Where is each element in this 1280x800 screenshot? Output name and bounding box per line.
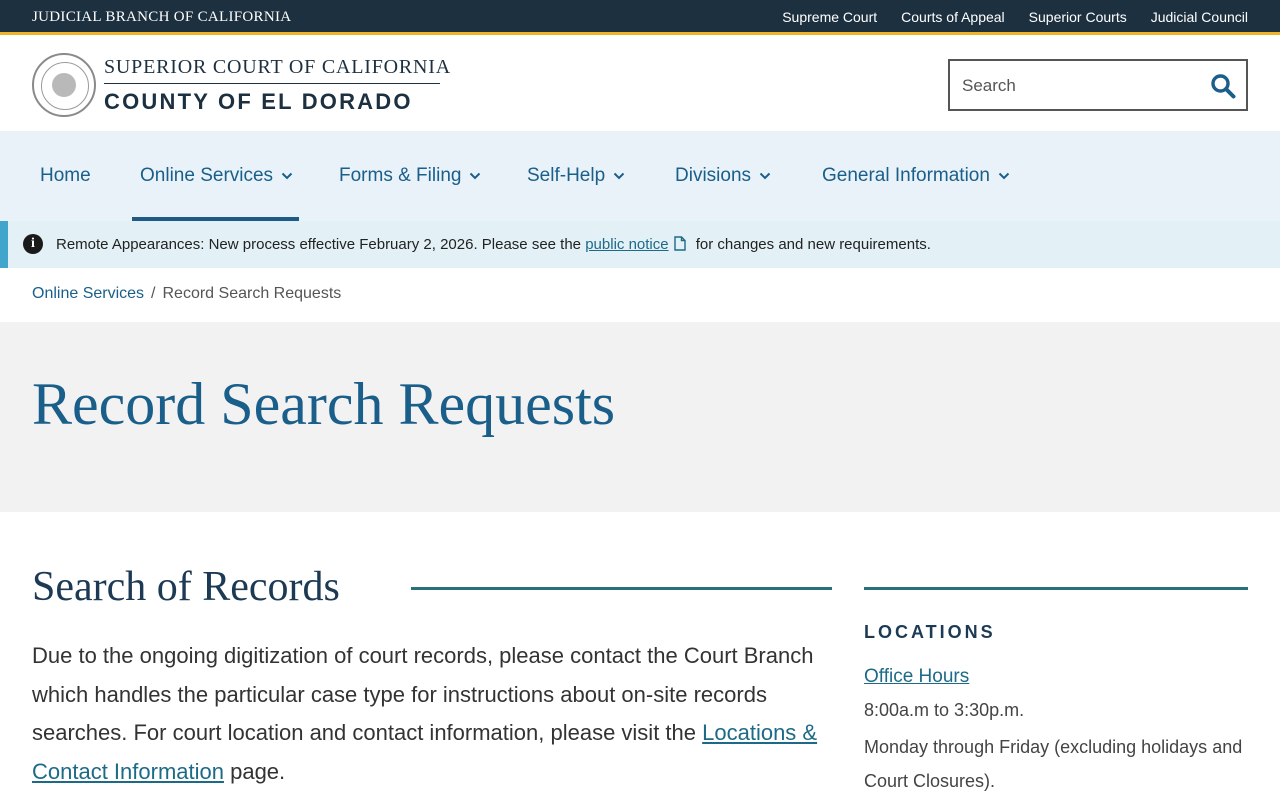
info-icon: i <box>23 234 43 254</box>
court-name-line1[interactable]: Superior Court of California <box>104 56 451 79</box>
nav-self-help[interactable]: Self-Help <box>527 131 625 221</box>
nav-forms-filing-label: Forms & Filing <box>339 165 462 186</box>
breadcrumb-online-services[interactable]: Online Services <box>32 285 144 302</box>
search-icon[interactable] <box>1210 73 1236 99</box>
main-nav: Home Online Services Forms & Filing Self… <box>0 131 1280 221</box>
breadcrumb: Online Services / Record Search Requests <box>32 285 341 303</box>
search-box <box>948 59 1248 111</box>
chevron-down-icon <box>613 172 625 180</box>
nav-forms-filing[interactable]: Forms & Filing <box>339 131 481 221</box>
alert-text-after: for changes and new requirements. <box>691 236 931 253</box>
section-heading: Search of Records <box>32 564 340 610</box>
alert-banner: i Remote Appearances: New process effect… <box>0 221 1280 268</box>
chevron-down-icon <box>470 172 481 180</box>
search-input[interactable] <box>962 73 1202 99</box>
records-paragraph-text: Due to the ongoing digitization of court… <box>32 643 814 745</box>
judicial-branch-title: Judicial Branch of California <box>32 9 292 25</box>
alert-message: Remote Appearances: New process effectiv… <box>56 236 931 253</box>
records-paragraph: Due to the ongoing digitization of court… <box>32 637 832 791</box>
chevron-down-icon <box>759 172 771 180</box>
nav-general-information-label: General Information <box>822 165 990 186</box>
chevron-down-icon <box>281 172 293 180</box>
nav-divisions-label: Divisions <box>675 165 752 186</box>
top-link-superior-courts[interactable]: Superior Courts <box>1029 9 1127 25</box>
office-hours-days: Monday through Friday (excluding holiday… <box>864 737 1243 791</box>
nav-general-information[interactable]: General Information <box>822 131 1010 221</box>
sidebar-title: Locations <box>864 622 996 642</box>
judicial-branch-bar: Judicial Branch of California Supreme Co… <box>0 0 1280 35</box>
nav-online-services[interactable]: Online Services <box>140 131 293 221</box>
site-header: Superior Court of California County of E… <box>0 38 1280 131</box>
page-title: Record Search Requests <box>32 371 616 437</box>
nav-self-help-label: Self-Help <box>527 165 606 186</box>
top-link-courts-of-appeal[interactable]: Courts of Appeal <box>901 9 1005 25</box>
top-link-judicial-council[interactable]: Judicial Council <box>1151 9 1248 25</box>
document-icon <box>673 236 686 251</box>
heading-divider <box>411 587 832 590</box>
page-hero: Record Search Requests <box>0 322 1280 512</box>
office-hours-link[interactable]: Office Hours <box>864 666 969 688</box>
top-link-supreme-court[interactable]: Supreme Court <box>782 9 877 25</box>
breadcrumb-separator: / <box>151 285 156 302</box>
records-paragraph-end: page. <box>223 758 286 784</box>
sidebar-divider <box>864 587 1248 590</box>
chevron-down-icon <box>998 172 1010 180</box>
top-links: Supreme Court Courts of Appeal Superior … <box>782 9 1248 25</box>
nav-home[interactable]: Home <box>40 131 91 221</box>
public-notice-link[interactable]: public notice <box>585 236 668 253</box>
nav-home-label: Home <box>40 165 91 186</box>
court-name-line2[interactable]: County of El Dorado <box>104 89 413 115</box>
office-hours-time: 8:00a.m to 3:30p.m. <box>864 700 1025 720</box>
alert-text-before: Remote Appearances: New process effectiv… <box>56 236 586 253</box>
logo-divider <box>104 83 440 84</box>
nav-online-services-label: Online Services <box>140 165 274 186</box>
nav-divisions[interactable]: Divisions <box>675 131 771 221</box>
court-seal-logo[interactable] <box>32 53 96 117</box>
breadcrumb-current: Record Search Requests <box>162 285 342 302</box>
